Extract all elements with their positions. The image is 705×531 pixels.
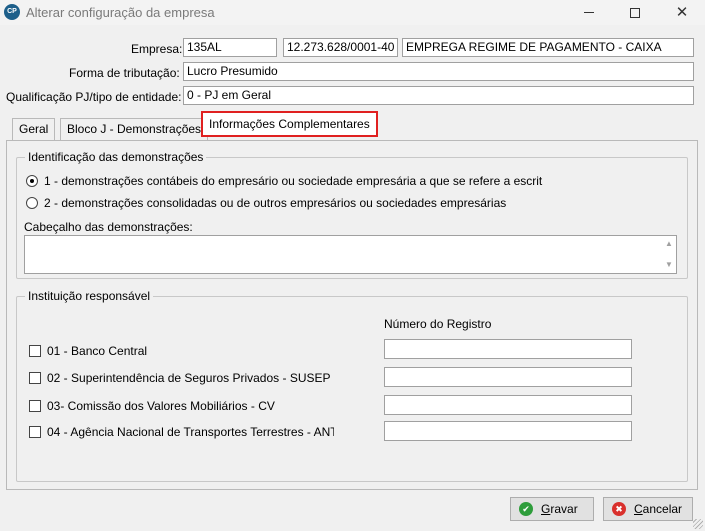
check-icon: ✔ — [519, 502, 533, 516]
title-bar: CP Alterar configuração da empresa ✕ — [0, 0, 705, 25]
empresa-label: Empresa: — [131, 42, 183, 56]
radio-opcao-2-label[interactable]: 2 - demonstrações consolidadas ou de out… — [44, 196, 506, 210]
minimize-icon — [584, 12, 594, 13]
resize-grip[interactable] — [693, 519, 703, 529]
gravar-button[interactable]: ✔ Gravar — [510, 497, 594, 521]
cabecalho-textarea[interactable]: ▲ ▼ — [24, 235, 677, 274]
cancelar-button[interactable]: ✖ Cancelar — [603, 497, 693, 521]
maximize-icon — [630, 7, 640, 18]
registro-banco-central-field[interactable] — [384, 339, 632, 359]
gravar-label: Gravar — [541, 502, 578, 516]
instituicao-group: Instituição responsável — [16, 289, 688, 482]
checkbox-antt[interactable] — [29, 426, 41, 438]
cancel-icon: ✖ — [612, 502, 626, 516]
close-button[interactable]: ✕ — [659, 0, 705, 25]
scroll-up-icon[interactable]: ▲ — [664, 239, 674, 249]
registro-cvm-field[interactable] — [384, 395, 632, 415]
qualificacao-field[interactable]: 0 - PJ em Geral — [183, 86, 694, 105]
susep-label[interactable]: 02 - Superintendência de Seguros Privado… — [47, 371, 331, 385]
tab-geral[interactable]: Geral — [12, 118, 56, 140]
tab-informacoes-complementares[interactable]: Informações Complementares — [201, 111, 378, 137]
empresa-cnpj-field[interactable]: 12.273.628/0001-40 — [283, 38, 398, 57]
tributacao-label: Forma de tributação: — [69, 66, 180, 80]
antt-label[interactable]: 04 - Agência Nacional de Transportes Ter… — [47, 425, 334, 439]
identificacao-title: Identificação das demonstrações — [25, 150, 207, 164]
app-logo-icon: CP — [4, 4, 20, 20]
empresa-codigo-field[interactable]: 135AL — [183, 38, 277, 57]
banco-central-label[interactable]: 01 - Banco Central — [47, 344, 147, 358]
tributacao-field[interactable]: Lucro Presumido — [183, 62, 694, 81]
tab-panel: Identificação das demonstrações 1 - demo… — [6, 140, 698, 490]
registro-header: Número do Registro — [384, 317, 492, 331]
instituicao-title: Instituição responsável — [25, 289, 154, 303]
radio-opcao-1-label[interactable]: 1 - demonstrações contábeis do empresári… — [44, 174, 542, 188]
checkbox-cvm[interactable] — [29, 400, 41, 412]
close-icon: ✕ — [675, 4, 689, 21]
minimize-button[interactable] — [566, 0, 612, 25]
qualificacao-label: Qualificação PJ/tipo de entidade: — [6, 90, 182, 104]
registro-susep-field[interactable] — [384, 367, 632, 387]
checkbox-banco-central[interactable] — [29, 345, 41, 357]
cancelar-label: Cancelar — [634, 502, 683, 516]
scroll-down-icon[interactable]: ▼ — [664, 260, 674, 270]
window-title: Alterar configuração da empresa — [26, 5, 215, 20]
cvm-label[interactable]: 03- Comissão dos Valores Mobiliários - C… — [47, 399, 275, 413]
empresa-nome-field[interactable]: EMPREGA REGIME DE PAGAMENTO - CAIXA — [402, 38, 694, 57]
radio-opcao-1[interactable] — [26, 175, 38, 187]
cabecalho-label: Cabeçalho das demonstrações: — [24, 220, 193, 234]
tab-bloco-j[interactable]: Bloco J - Demonstrações — [60, 118, 209, 140]
registro-antt-field[interactable] — [384, 421, 632, 441]
radio-opcao-2[interactable] — [26, 197, 38, 209]
maximize-button[interactable] — [612, 0, 658, 25]
checkbox-susep[interactable] — [29, 372, 41, 384]
